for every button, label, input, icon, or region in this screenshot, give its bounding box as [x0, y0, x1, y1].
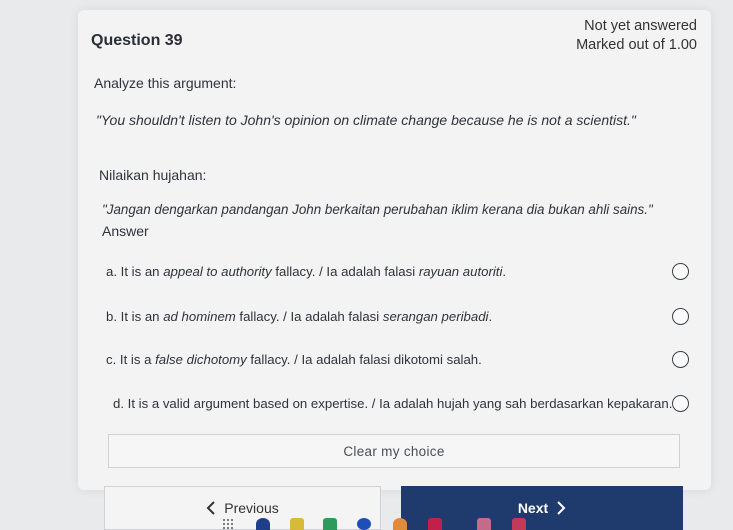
classroom-icon[interactable] — [323, 518, 337, 530]
option-c-radio[interactable] — [672, 350, 689, 368]
option-d[interactable]: d. It is a valid argument based on exper… — [113, 392, 690, 414]
option-b-label: b. It is an ad hominem fallacy. / Ia ada… — [106, 308, 493, 324]
option-d-label: d. It is a valid argument based on exper… — [113, 395, 673, 411]
chevron-left-icon — [206, 501, 215, 515]
store-icon[interactable] — [512, 518, 526, 530]
option-c[interactable]: c. It is a false dichotomy fallacy. / Ia… — [106, 348, 689, 370]
answer-status: Not yet answered — [584, 18, 697, 34]
quote-malay: "Jangan dengarkan pandangan John berkait… — [102, 202, 653, 217]
camera-icon[interactable] — [428, 518, 442, 530]
taskbar — [0, 514, 733, 530]
option-b-radio[interactable] — [672, 307, 689, 325]
option-d-radio[interactable] — [672, 394, 690, 412]
answer-label: Answer — [102, 223, 149, 239]
chevron-right-icon — [557, 501, 566, 515]
option-a-radio[interactable] — [672, 262, 689, 280]
question-title: Question 39 — [91, 32, 183, 49]
clear-choice-button[interactable]: Clear my choice — [108, 434, 680, 468]
chat-icon[interactable] — [357, 518, 371, 530]
option-a-label: a. It is an appeal to authority fallacy.… — [106, 263, 507, 279]
question-status: Not yet answered Marked out of 1.00 — [576, 17, 697, 55]
option-a[interactable]: a. It is an appeal to authority fallacy.… — [106, 260, 689, 282]
shapes-app-icon[interactable] — [477, 518, 491, 530]
prompt-english: Analyze this argument: — [94, 75, 237, 91]
quote-english: "You shouldn't listen to John's opinion … — [96, 112, 636, 128]
app-grid-icon[interactable] — [222, 518, 234, 530]
browser-icon[interactable] — [256, 518, 270, 530]
option-c-label: c. It is a false dichotomy fallacy. / Ia… — [106, 351, 482, 367]
prompt-malay: Nilaikan hujahan: — [99, 167, 207, 183]
files-icon[interactable] — [290, 518, 304, 530]
user-app-icon[interactable] — [393, 518, 407, 530]
option-b[interactable]: b. It is an ad hominem fallacy. / Ia ada… — [106, 305, 689, 327]
marks-info: Marked out of 1.00 — [576, 37, 697, 53]
